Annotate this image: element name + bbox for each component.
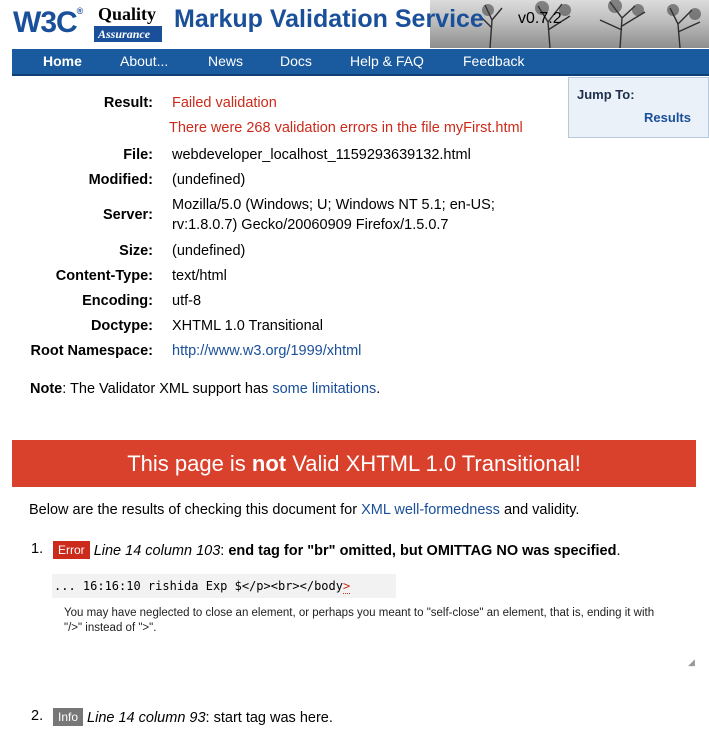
error-badge: Error — [53, 541, 90, 559]
invalid-banner: This page is not Valid XHTML 1.0 Transit… — [12, 440, 696, 487]
invalid-banner-strong: not — [251, 451, 287, 476]
modified-key: Modified: — [88, 172, 153, 188]
error-explanation: You may have neglected to close an eleme… — [64, 607, 655, 634]
error-text: end tag for "br" omitted, but OMITTAG NO… — [228, 543, 617, 559]
w3c-logo[interactable]: W3C® — [13, 6, 83, 40]
size-key: Size: — [119, 243, 153, 259]
header-banner: W3C® Quality Assurance Markup Validation… — [0, 0, 709, 48]
jump-to-label: Jump To: — [577, 87, 635, 102]
info-badge: Info — [53, 708, 84, 726]
nav-help-faq[interactable]: Help & FAQ — [350, 53, 424, 69]
server-value-line1: Mozilla/5.0 (Windows; U; Windows NT 5.1;… — [172, 197, 495, 213]
nav-news[interactable]: News — [208, 53, 243, 69]
doctype-key: Doctype: — [90, 318, 153, 334]
doctype-value: XHTML 1.0 Transitional — [172, 318, 323, 334]
source-excerpt-mark: > — [342, 579, 351, 594]
error-location: Line 14 column 103 — [93, 543, 221, 559]
qa-logo-quality: Quality — [98, 4, 157, 24]
info-message: Info Line 14 column 93: start tag was he… — [53, 708, 333, 726]
xml-wellformedness-link[interactable]: XML well-formedness — [361, 502, 500, 518]
jump-results-link[interactable]: Results — [644, 110, 691, 125]
jump-to-box: Jump To: Results — [568, 77, 709, 138]
message-number: 1. — [31, 541, 44, 557]
content-type-value: text/html — [172, 268, 227, 284]
server-value-line2: rv:1.8.0.7) Gecko/20060909 Firefox/1.5.0… — [172, 217, 449, 233]
content-type-key: Content-Type: — [55, 268, 153, 284]
results-intro-pre: Below are the results of checking this d… — [29, 502, 362, 518]
nav-feedback[interactable]: Feedback — [463, 53, 524, 69]
results-intro-post: and validity. — [499, 502, 580, 518]
info-location: Line 14 column 93 — [87, 710, 206, 726]
message-number: 2. — [31, 708, 44, 724]
nav-docs[interactable]: Docs — [280, 53, 312, 69]
size-value: (undefined) — [172, 243, 246, 259]
modified-value: (undefined) — [172, 172, 246, 188]
nav-about[interactable]: About... — [120, 53, 168, 69]
nav-home[interactable]: Home — [43, 53, 82, 69]
version-label: v0.7.2 — [518, 10, 562, 27]
qa-logo-assurance: Assurance — [94, 26, 162, 42]
invalid-banner-pre: This page is — [127, 451, 252, 476]
encoding-key: Encoding: — [82, 293, 153, 309]
file-key: File: — [123, 147, 153, 163]
site-title[interactable]: Markup Validation Service — [174, 5, 484, 34]
root-namespace-link[interactable]: http://www.w3.org/1999/xhtml — [172, 341, 361, 361]
resize-grip-icon[interactable]: ◢ — [688, 657, 695, 668]
qa-logo[interactable]: Quality Assurance — [94, 4, 162, 44]
note-end: . — [376, 381, 381, 397]
limitations-link[interactable]: some limitations — [272, 381, 376, 397]
result-key: Result: — [103, 95, 153, 111]
root-namespace-key: Root Namespace: — [30, 343, 153, 359]
xml-support-note: Note: The Validator XML support has some… — [30, 381, 380, 397]
server-key: Server: — [103, 207, 153, 223]
info-text: : start tag was here. — [205, 710, 333, 726]
note-label: Note — [30, 381, 63, 397]
encoding-value: utf-8 — [172, 293, 202, 309]
source-excerpt-text: ... 16:16:10 rishida Exp $</p><br></body — [54, 579, 343, 593]
note-text: : The Validator XML support has — [62, 381, 273, 397]
source-excerpt: ... 16:16:10 rishida Exp $</p><br></body… — [52, 574, 396, 598]
result-detail: There were 268 validation errors in the … — [169, 120, 523, 136]
invalid-banner-post: Valid XHTML 1.0 Transitional! — [286, 451, 581, 476]
error-message: Error Line 14 column 103: end tag for "b… — [53, 541, 620, 559]
file-value: webdeveloper_localhost_1159293639132.htm… — [172, 147, 471, 163]
result-value: Failed validation — [172, 95, 277, 111]
w3c-logo-text: W3C — [13, 6, 78, 39]
main-nav: Home About... News Docs Help & FAQ Feedb… — [12, 49, 709, 76]
results-intro: Below are the results of checking this d… — [29, 502, 579, 518]
